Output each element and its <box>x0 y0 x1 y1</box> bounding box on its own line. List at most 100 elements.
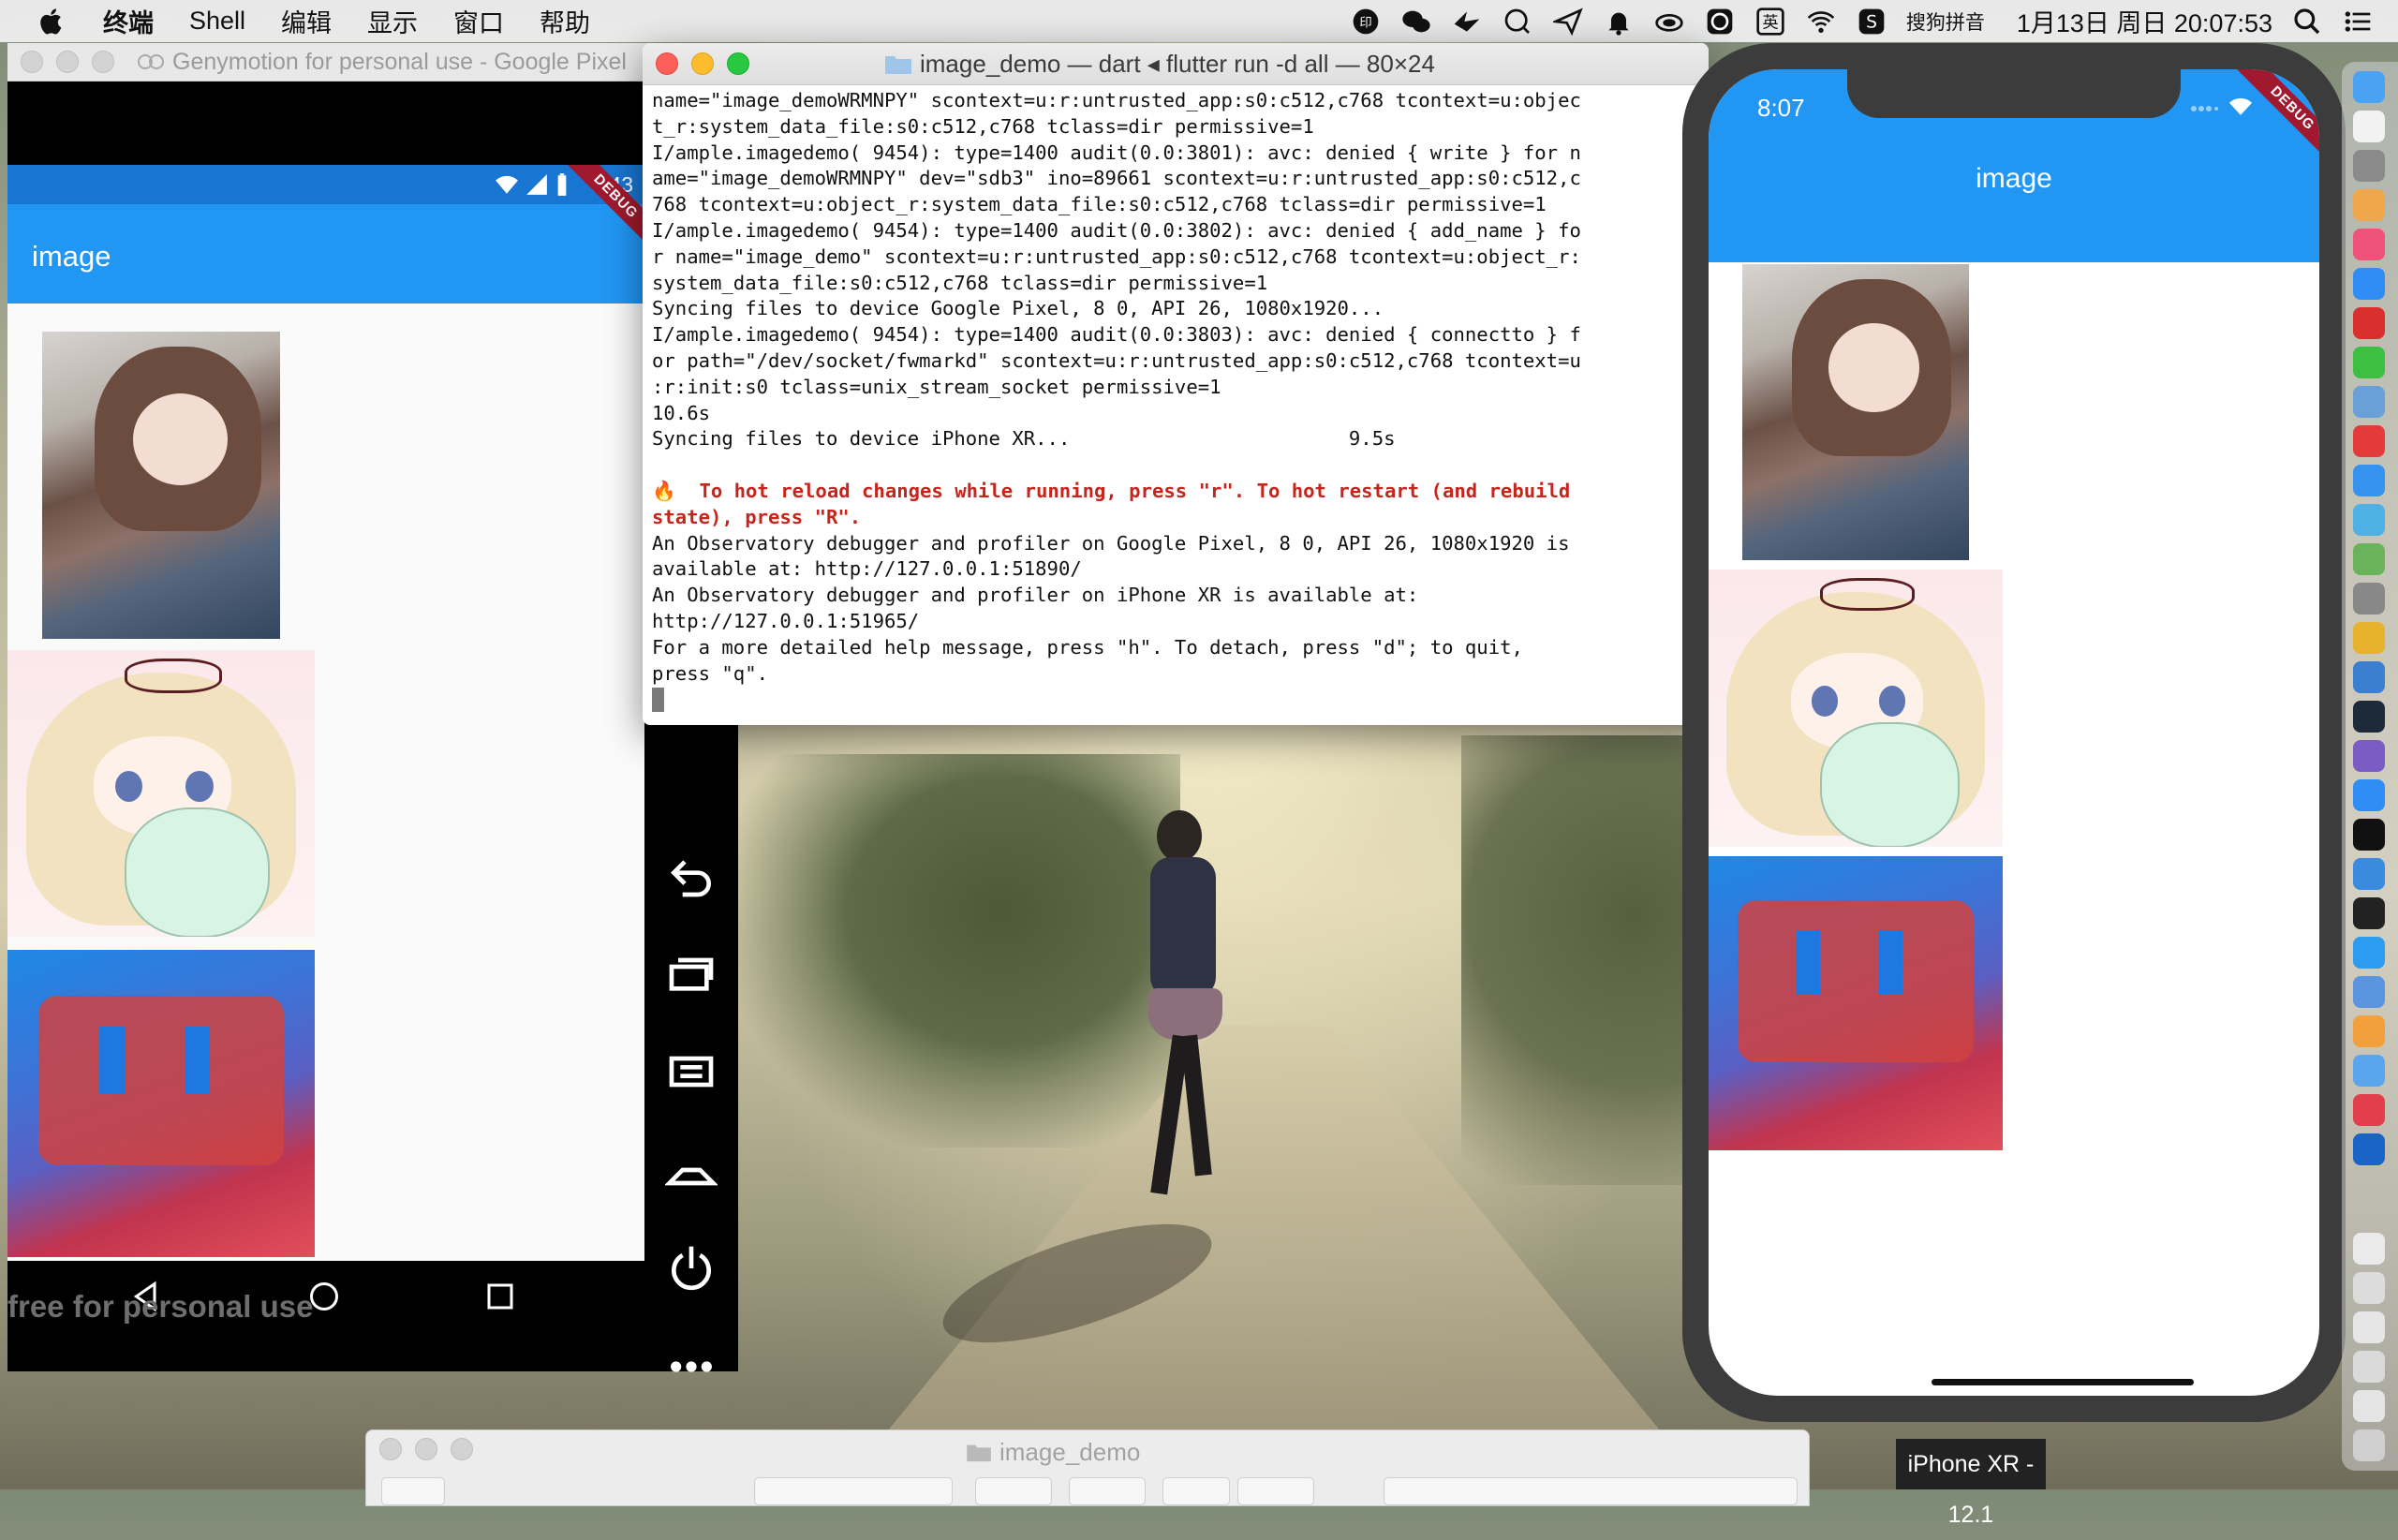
close-button[interactable] <box>656 52 678 75</box>
view-mode-buttons[interactable] <box>754 1477 953 1505</box>
sourcetree-icon[interactable] <box>2353 858 2385 890</box>
mail-icon[interactable] <box>2353 1055 2385 1087</box>
minimize-button[interactable] <box>56 51 79 73</box>
maps-icon[interactable] <box>2353 779 2385 811</box>
swallow-icon[interactable] <box>1451 6 1483 37</box>
menu-edit[interactable]: 编辑 <box>281 3 332 39</box>
app-bar-title: image <box>32 240 111 273</box>
image-anime-girl <box>1709 570 2003 847</box>
sogou-icon[interactable]: S <box>1856 6 1887 37</box>
wifi-icon <box>496 175 518 194</box>
menubar-clock[interactable]: 1月13日 周日 20:07:53 <box>2017 3 2272 39</box>
doc-icon[interactable] <box>2353 1272 2385 1304</box>
genymotion-titlebar[interactable]: Genymotion for personal use - Google Pix… <box>7 43 738 81</box>
notes-icon[interactable] <box>2353 111 2385 142</box>
doc-icon[interactable] <box>2353 1233 2385 1265</box>
safari-icon[interactable] <box>2353 465 2385 496</box>
music-icon[interactable] <box>2353 229 2385 260</box>
quicktime-icon[interactable] <box>2353 1133 2385 1165</box>
menu-icon[interactable] <box>665 1045 718 1098</box>
app-store-icon[interactable] <box>2353 268 2385 300</box>
terminal-title: image_demo — dart ◂ flutter run -d all —… <box>920 50 1435 78</box>
doc-icon[interactable] <box>2353 1351 2385 1383</box>
menu-app-terminal[interactable]: 终端 <box>103 3 154 39</box>
menu-shell[interactable]: Shell <box>189 7 245 36</box>
nav-buttons[interactable] <box>381 1477 445 1505</box>
smile-icon[interactable] <box>1704 6 1736 37</box>
markdown-icon[interactable] <box>2353 504 2385 536</box>
search-field[interactable] <box>1384 1477 1798 1505</box>
youdao-icon[interactable] <box>2353 425 2385 457</box>
share-button[interactable] <box>1162 1477 1230 1505</box>
terminal-line: ame="image_demoWRMNPY" dev="sdb3" ino=89… <box>652 167 1581 190</box>
photos-icon[interactable] <box>2353 189 2385 221</box>
wallpaper-trees-left <box>731 754 1180 1148</box>
xcode-icon[interactable] <box>2353 661 2385 693</box>
close-button[interactable] <box>379 1438 402 1460</box>
wifi-icon[interactable] <box>1805 6 1837 37</box>
menu-help[interactable]: 帮助 <box>540 3 590 39</box>
terminal-line: name="image_demoWRMNPY" scontext=u:r:unt… <box>652 89 1581 111</box>
terminal-line: Syncing files to device iPhone XR... 9.5… <box>652 427 1396 451</box>
bell-icon[interactable] <box>1603 6 1635 37</box>
github-icon[interactable] <box>2353 740 2385 772</box>
apple-menu-icon[interactable] <box>37 7 67 37</box>
action-button[interactable] <box>1069 1477 1146 1505</box>
trash-icon[interactable] <box>2353 1429 2385 1461</box>
terminal-line: press "q". <box>652 661 768 685</box>
preview-icon[interactable] <box>2353 386 2385 418</box>
back-icon[interactable] <box>665 849 718 901</box>
doc-icon[interactable] <box>2353 1390 2385 1422</box>
send-icon[interactable] <box>1552 6 1584 37</box>
recents-nav-icon[interactable] <box>483 1280 517 1313</box>
menu-window[interactable]: 窗口 <box>453 3 504 39</box>
minimize-button[interactable] <box>691 52 714 75</box>
power-icon[interactable] <box>665 1242 718 1295</box>
tag-button[interactable] <box>1237 1477 1314 1505</box>
notification-center-icon[interactable] <box>2342 6 2374 37</box>
terminal-line: http://127.0.0.1:51965/ <box>652 609 920 632</box>
terminal-line: I/ample.imagedemo( 9454): type=1400 audi… <box>652 323 1581 347</box>
terminal-icon[interactable] <box>2353 897 2385 929</box>
terminal-titlebar[interactable]: image_demo — dart ◂ flutter run -d all —… <box>643 43 1709 85</box>
home-icon[interactable] <box>665 1144 718 1196</box>
genymotion-window: Genymotion for personal use - Google Pix… <box>7 43 738 1372</box>
chrome-icon[interactable] <box>2353 622 2385 654</box>
qq-icon[interactable] <box>2353 819 2385 851</box>
spotlight-search-icon[interactable] <box>2291 6 2323 37</box>
android-studio-icon[interactable] <box>2353 543 2385 575</box>
system-preferences-icon[interactable] <box>2353 583 2385 615</box>
doc-icon[interactable] <box>2353 1311 2385 1343</box>
simulator-device-label: iPhone XR - 12.1 <box>1896 1439 2046 1528</box>
menu-view[interactable]: 显示 <box>367 3 418 39</box>
netease-icon[interactable] <box>2353 307 2385 339</box>
terminal-line: I/ample.imagedemo( 9454): type=1400 audi… <box>652 218 1581 242</box>
zoom-button[interactable] <box>92 51 114 73</box>
home-indicator[interactable] <box>1932 1379 2194 1385</box>
qq-icon[interactable] <box>1502 6 1533 37</box>
finder-icon[interactable] <box>2353 71 2385 103</box>
recent-apps-icon[interactable] <box>665 947 718 1000</box>
arrange-button[interactable] <box>975 1477 1052 1505</box>
launchpad-icon[interactable] <box>2353 150 2385 182</box>
ime-icon[interactable]: 英 <box>1754 6 1786 37</box>
terminal-output[interactable]: name="image_demoWRMNPY" scontext=u:r:unt… <box>652 88 1699 713</box>
wechat-icon[interactable] <box>2353 347 2385 378</box>
wechat-icon[interactable] <box>1400 6 1432 37</box>
minimize-button[interactable] <box>415 1438 437 1460</box>
zoom-button[interactable] <box>727 52 749 75</box>
sketch-icon[interactable] <box>2353 1015 2385 1047</box>
genymotion-icon[interactable] <box>2353 1094 2385 1126</box>
headphone-icon[interactable]: 印 <box>1350 6 1382 37</box>
browser-icon[interactable] <box>2353 937 2385 969</box>
cloud-icon[interactable] <box>1653 6 1685 37</box>
hot-reload-hint: 🔥 To hot reload changes while running, p… <box>652 479 1571 502</box>
more-icon[interactable] <box>665 1340 718 1393</box>
pencil-icon[interactable] <box>2353 976 2385 1008</box>
ios-clock: 8:07 <box>1757 94 1805 122</box>
webstorm-icon[interactable] <box>2353 701 2385 733</box>
ime-label[interactable]: 搜狗拼音 <box>1906 7 1985 36</box>
zoom-button[interactable] <box>451 1438 473 1460</box>
terminal-line: An Observatory debugger and profiler on … <box>652 584 1419 607</box>
close-button[interactable] <box>21 51 43 73</box>
